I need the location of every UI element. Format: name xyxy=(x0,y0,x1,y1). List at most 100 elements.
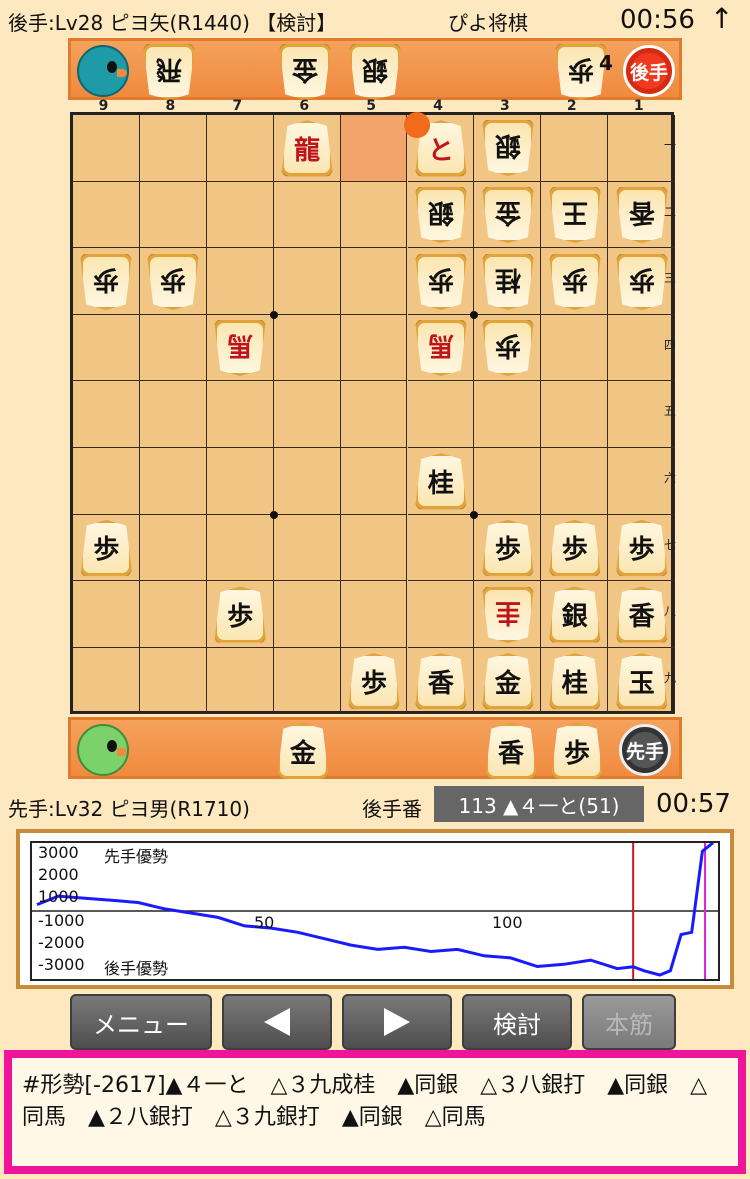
board-square[interactable] xyxy=(407,581,475,648)
board-square[interactable] xyxy=(73,314,140,382)
piece-label: 歩 xyxy=(561,535,588,566)
piece-label: 桂 xyxy=(427,468,454,499)
board-square[interactable] xyxy=(541,381,609,448)
shogi-piece[interactable]: 香 xyxy=(414,653,467,710)
shogi-piece[interactable]: 金 xyxy=(279,44,331,100)
analyze-button[interactable]: 検討 xyxy=(462,994,572,1050)
board-square[interactable] xyxy=(206,647,274,715)
board-square[interactable] xyxy=(340,514,408,582)
shogi-piece[interactable]: 金 xyxy=(482,187,534,243)
prev-move-button[interactable] xyxy=(222,994,332,1050)
shogi-piece[interactable]: 歩 xyxy=(147,254,199,310)
board-square[interactable] xyxy=(407,381,475,448)
shogi-piece[interactable]: 銀 xyxy=(349,44,401,100)
mainline-button[interactable]: 本筋 xyxy=(582,994,676,1050)
board-square[interactable] xyxy=(73,448,140,515)
board-square[interactable] xyxy=(541,448,609,515)
board-square[interactable] xyxy=(273,248,341,315)
current-move-display[interactable]: 113 ▲４一と(51) xyxy=(434,786,644,822)
board-square[interactable] xyxy=(73,115,140,182)
board-square[interactable] xyxy=(139,115,207,182)
shogi-piece[interactable]: 王 xyxy=(549,187,601,243)
board-square[interactable] xyxy=(73,581,140,648)
board-square[interactable] xyxy=(474,381,542,448)
shogi-piece[interactable]: 歩 xyxy=(348,653,401,710)
menu-button[interactable]: メニュー xyxy=(70,994,212,1050)
board-square[interactable] xyxy=(139,381,207,448)
board-square[interactable] xyxy=(273,448,341,515)
board-square[interactable] xyxy=(73,647,140,715)
board-square[interactable] xyxy=(206,514,274,582)
shogi-piece[interactable]: 桂 xyxy=(414,453,467,510)
sente-clock: 00:57 xyxy=(656,789,731,819)
board-square[interactable] xyxy=(340,581,408,648)
board-square[interactable] xyxy=(206,115,274,182)
shogi-piece[interactable]: 馬 xyxy=(214,320,266,376)
board-square[interactable] xyxy=(474,448,542,515)
board-square[interactable] xyxy=(340,115,408,182)
board-square[interactable] xyxy=(340,448,408,515)
board-square[interactable] xyxy=(73,381,140,448)
board-square[interactable] xyxy=(139,181,207,249)
shogi-piece[interactable]: 金 xyxy=(481,653,534,710)
piece-label: 歩 xyxy=(494,535,521,566)
board-square[interactable] xyxy=(139,581,207,648)
board-square[interactable] xyxy=(139,647,207,715)
shogi-piece[interactable]: 香 xyxy=(485,723,537,779)
shogi-piece[interactable]: 桂 xyxy=(548,653,601,710)
board-square[interactable] xyxy=(139,514,207,582)
shogi-piece[interactable]: 歩 xyxy=(415,254,467,310)
board-square[interactable] xyxy=(407,514,475,582)
board-square[interactable] xyxy=(206,248,274,315)
board-square[interactable] xyxy=(541,314,609,382)
shogi-piece[interactable]: 歩 xyxy=(80,519,133,576)
evaluation-graph[interactable]: 3000 先手優勢 2000 1000 -1000 -2000 -3000 後手… xyxy=(30,841,720,981)
board-square[interactable] xyxy=(340,181,408,249)
evaluation-graph-panel[interactable]: 3000 先手優勢 2000 1000 -1000 -2000 -3000 後手… xyxy=(16,829,734,989)
shogi-piece[interactable]: 歩 xyxy=(482,320,534,376)
board-square[interactable] xyxy=(541,115,609,182)
up-arrow-icon[interactable]: ↑ xyxy=(710,2,733,35)
board-square[interactable] xyxy=(73,181,140,249)
shogi-piece[interactable]: 圭 xyxy=(482,587,534,643)
shogi-piece[interactable]: 歩 xyxy=(214,586,267,643)
shogi-piece[interactable]: 歩 xyxy=(80,254,132,310)
shogi-piece[interactable]: 馬 xyxy=(415,320,467,376)
board-square[interactable] xyxy=(273,647,341,715)
board-square[interactable] xyxy=(273,581,341,648)
board-square[interactable] xyxy=(206,448,274,515)
shogi-piece[interactable]: 香 xyxy=(615,586,668,643)
shogi-piece[interactable]: 龍 xyxy=(281,120,334,177)
board-square[interactable] xyxy=(273,514,341,582)
board-square[interactable] xyxy=(206,181,274,249)
next-move-button[interactable] xyxy=(342,994,452,1050)
shogi-piece[interactable]: 歩 xyxy=(548,519,601,576)
shogi-piece[interactable]: 玉 xyxy=(615,653,668,710)
board-square[interactable] xyxy=(206,381,274,448)
board-square[interactable] xyxy=(340,381,408,448)
board-square[interactable] xyxy=(273,381,341,448)
shogi-piece[interactable]: 銀 xyxy=(482,120,534,176)
rank-number: 三 xyxy=(664,271,677,286)
shogi-piece[interactable]: 歩 xyxy=(551,723,603,779)
board-square[interactable] xyxy=(273,314,341,382)
board-square[interactable] xyxy=(139,314,207,382)
shogi-piece[interactable]: 銀 xyxy=(415,187,467,243)
shogi-piece[interactable]: 飛 xyxy=(143,44,195,100)
board-square[interactable] xyxy=(340,314,408,382)
shogi-piece[interactable]: 香 xyxy=(616,187,668,243)
shogi-piece[interactable]: 歩 xyxy=(616,254,668,310)
shogi-piece[interactable]: 銀 xyxy=(548,586,601,643)
board-square[interactable] xyxy=(340,248,408,315)
shogi-board[interactable]: 龍と銀銀金王香歩歩歩桂歩歩馬馬歩桂歩歩歩歩歩圭銀香歩香金桂玉 xyxy=(70,112,676,715)
shogi-piece[interactable]: 歩 xyxy=(615,519,668,576)
shogi-piece[interactable]: 金 xyxy=(277,723,329,779)
shogi-piece[interactable]: 歩 xyxy=(549,254,601,310)
shogi-piece[interactable]: 桂 xyxy=(482,254,534,310)
gote-piece-stand: 飛 金 銀 歩 4 後手 xyxy=(68,38,682,100)
board-square[interactable] xyxy=(139,448,207,515)
board-square[interactable] xyxy=(273,181,341,249)
board-star-point xyxy=(269,510,278,519)
shogi-piece[interactable]: 歩 xyxy=(481,519,534,576)
rank-number: 八 xyxy=(664,604,677,619)
